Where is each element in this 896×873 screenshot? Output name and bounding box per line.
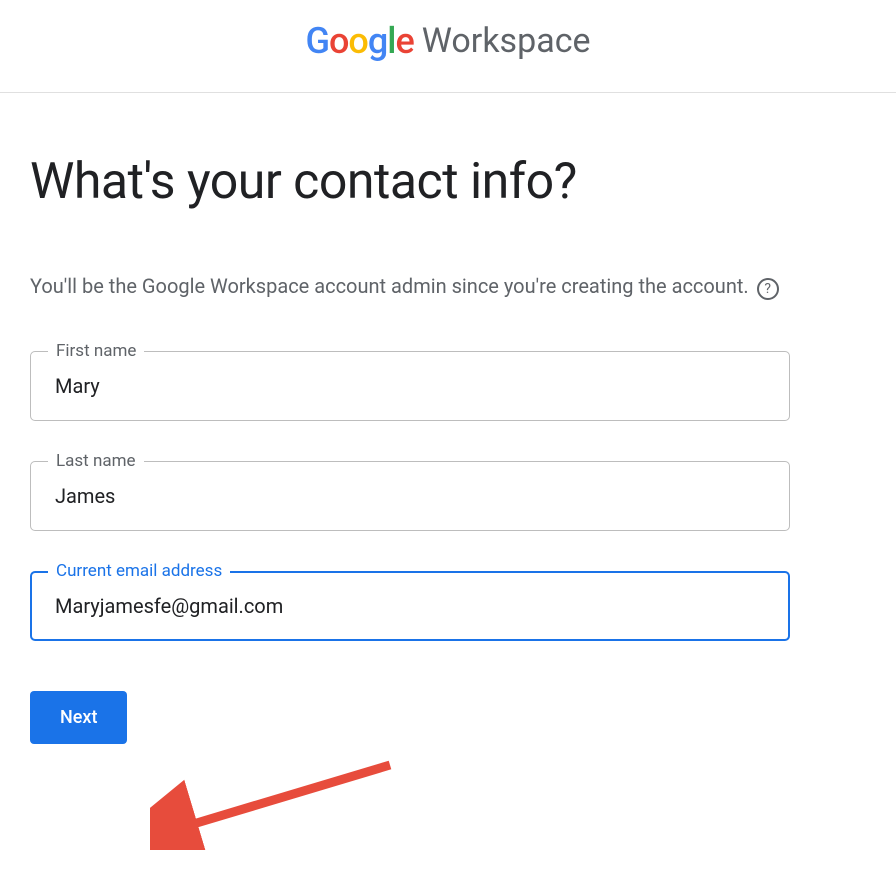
header: Google Workspace [0, 0, 896, 93]
page-title: What's your contact info? [30, 153, 790, 211]
contact-form: First name Last name Current email addre… [30, 351, 790, 744]
first-name-label: First name [48, 341, 144, 361]
next-button[interactable]: Next [30, 691, 127, 744]
google-workspace-logo: Google Workspace [305, 20, 590, 62]
workspace-text: Workspace [422, 21, 591, 61]
first-name-field-group: First name [30, 351, 790, 421]
last-name-input[interactable] [30, 461, 790, 531]
google-logo: Google [305, 20, 413, 62]
main-content: What's your contact info? You'll be the … [0, 93, 820, 774]
last-name-field-group: Last name [30, 461, 790, 531]
last-name-label: Last name [48, 451, 144, 471]
email-field-group: Current email address [30, 571, 790, 641]
help-icon[interactable]: ? [757, 278, 779, 300]
email-label: Current email address [48, 561, 230, 581]
first-name-input[interactable] [30, 351, 790, 421]
email-input[interactable] [30, 571, 790, 641]
subtitle-text: You'll be the Google Workspace account a… [30, 271, 749, 301]
subtitle: You'll be the Google Workspace account a… [30, 271, 790, 301]
